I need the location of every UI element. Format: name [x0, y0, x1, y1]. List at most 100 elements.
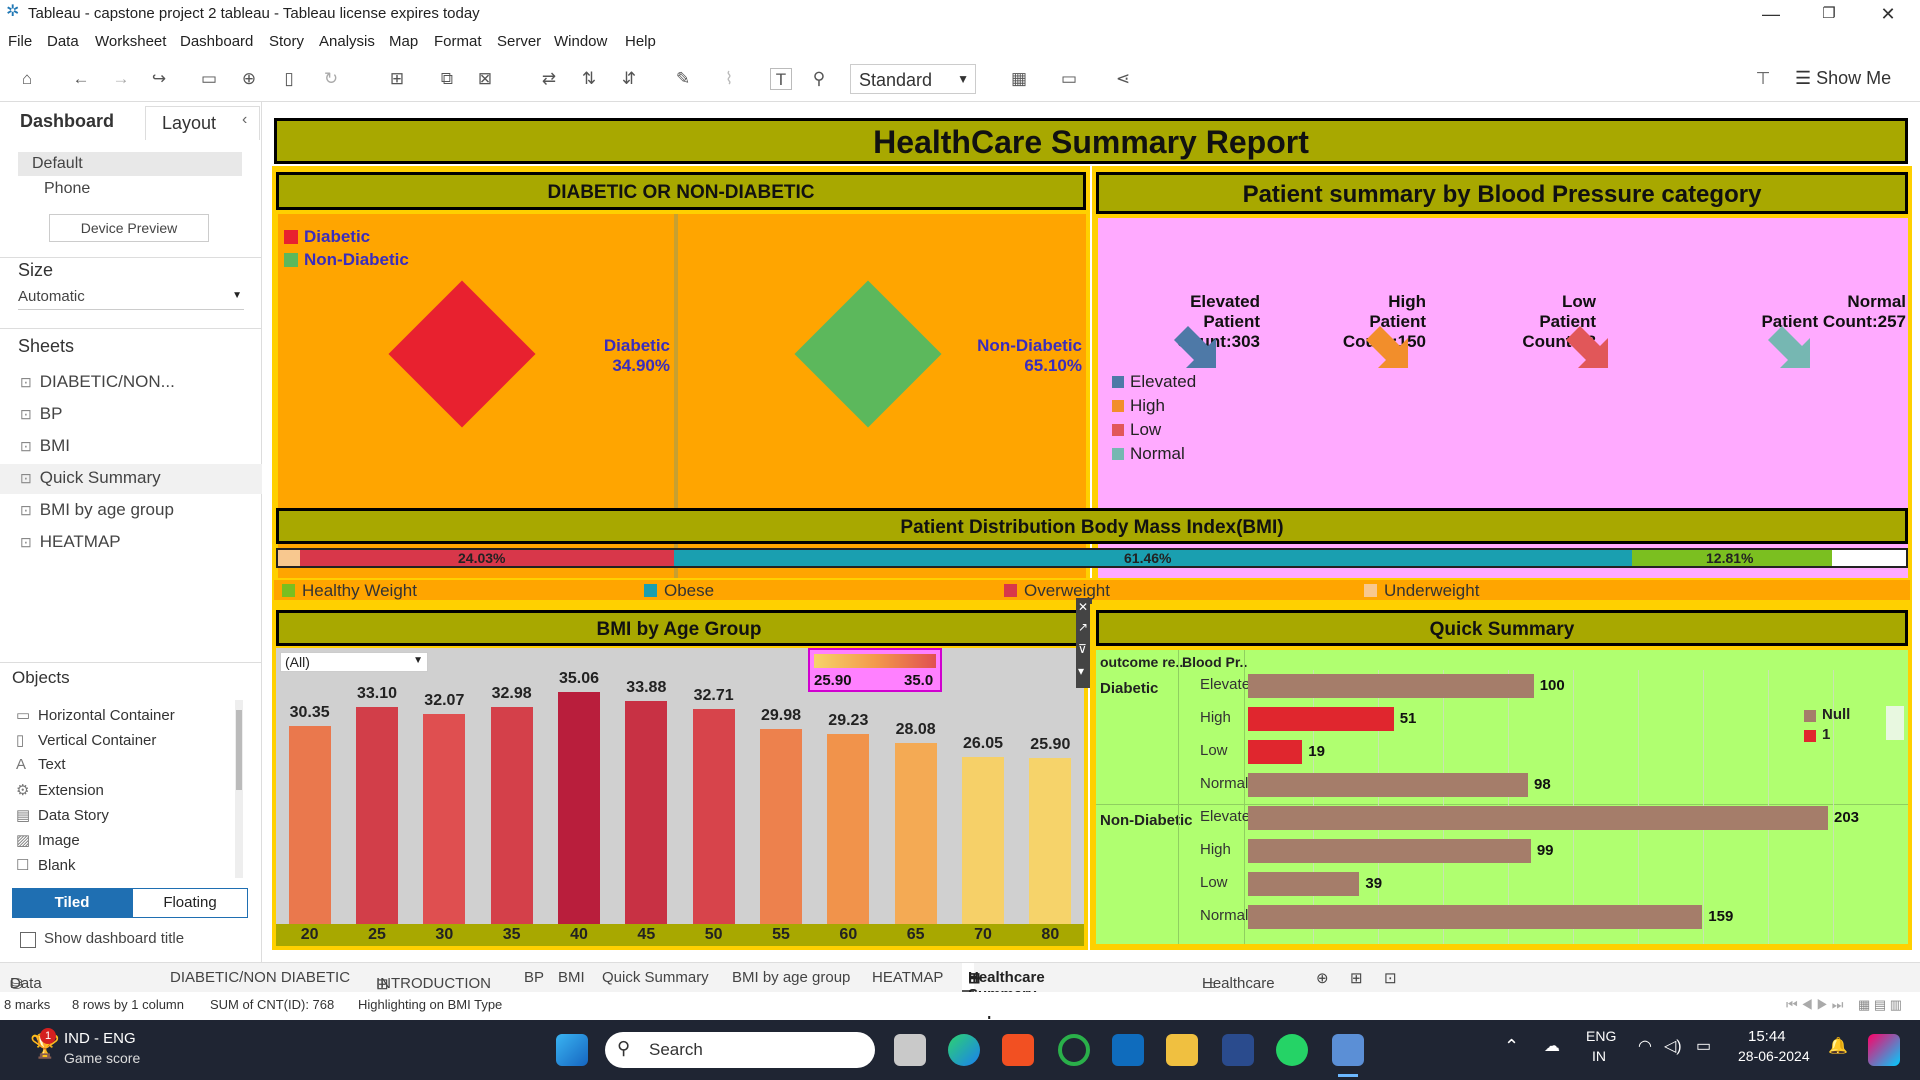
clock-date[interactable]: 28-06-2024 — [1738, 1048, 1810, 1064]
age-bar-35[interactable] — [490, 707, 533, 924]
volume-icon[interactable]: ◁) — [1664, 1036, 1682, 1056]
restore-icon[interactable]: ❐ — [1801, 0, 1857, 28]
new-worksheet-icon[interactable]: ⊞ — [386, 68, 408, 90]
show-title-checkbox[interactable] — [20, 932, 36, 948]
bp-normal-arrow-mark[interactable] — [1768, 326, 1810, 368]
sort-descending-icon[interactable]: ⇵ — [618, 68, 640, 90]
quick-bar[interactable] — [1248, 674, 1534, 698]
tab-healthcare-summary[interactable]: ⊞ Healthcare Summary Report — [962, 963, 1045, 1020]
tableau-taskbar-icon[interactable] — [1332, 1034, 1364, 1066]
battery-icon[interactable]: ▭ — [1696, 1036, 1711, 1056]
menu-analysis[interactable]: Analysis — [319, 33, 375, 50]
objects-scrollbar[interactable] — [235, 700, 243, 878]
edge-icon[interactable] — [948, 1034, 980, 1066]
pin-icon[interactable]: ⚲ — [808, 68, 830, 90]
menu-dashboard[interactable]: Dashboard — [180, 33, 253, 50]
remove-icon[interactable]: ✕ — [1078, 600, 1088, 614]
col-bp-header[interactable]: Blood Pr.. — [1182, 654, 1247, 670]
format-painter-icon[interactable]: ⊤ — [1752, 68, 1774, 90]
highlight-icon[interactable]: ✎ — [672, 68, 694, 90]
quick-bar[interactable] — [1248, 773, 1528, 797]
fit-dropdown[interactable]: Standard ▼ — [850, 64, 976, 94]
group-icon[interactable]: ⌇ — [718, 68, 740, 90]
quick-bar[interactable] — [1248, 872, 1360, 896]
sheet-item[interactable]: ⊡ Quick Summary — [20, 468, 161, 488]
whatsapp-icon[interactable] — [1276, 1034, 1308, 1066]
save-icon[interactable]: ▭ — [198, 68, 220, 90]
close-icon[interactable]: ✕ — [1860, 0, 1916, 28]
bp-high-arrow-mark[interactable] — [1366, 326, 1408, 368]
quick-bar[interactable] — [1248, 806, 1828, 830]
object-item[interactable]: A Text — [16, 756, 66, 773]
outlook-icon[interactable] — [1112, 1034, 1144, 1066]
task-view-icon[interactable] — [894, 1034, 926, 1066]
age-bar-80[interactable] — [1029, 758, 1072, 924]
sheet-item[interactable]: ⊡ BP — [20, 404, 62, 424]
device-default[interactable]: Default — [18, 152, 242, 176]
device-phone[interactable]: Phone — [44, 180, 90, 198]
windows-start-icon[interactable] — [556, 1034, 588, 1066]
network-warning-icon[interactable]: ☁ — [1544, 1036, 1560, 1056]
sort-ascending-icon[interactable]: ⇅ — [578, 68, 600, 90]
age-bar-70[interactable] — [962, 757, 1004, 924]
age-bar-25[interactable] — [356, 706, 398, 924]
age-bar-65[interactable] — [894, 742, 937, 924]
object-item[interactable]: ▨ Image — [16, 831, 80, 849]
tab-layout[interactable]: Layout ‹ — [145, 106, 260, 140]
view-grid-icon[interactable]: ▦ ▤ ▥ — [1858, 997, 1902, 1013]
lang-line2[interactable]: IN — [1592, 1048, 1606, 1064]
store-icon[interactable] — [1002, 1034, 1034, 1066]
presentation-icon[interactable]: ▭ — [1058, 68, 1080, 90]
tab-bmi-age[interactable]: BMI by age group — [732, 969, 850, 986]
menu-worksheet[interactable]: Worksheet — [95, 33, 166, 50]
weather-line1[interactable]: IND - ENG — [64, 1030, 136, 1047]
swap-icon[interactable]: ⇄ — [538, 68, 560, 90]
clock-time[interactable]: 15:44 — [1748, 1028, 1786, 1045]
new-worksheet-tab-icon[interactable]: ⊕ — [1316, 969, 1329, 987]
menu-story[interactable]: Story — [269, 33, 304, 50]
size-dropdown[interactable]: Automatic ▼ — [18, 288, 244, 310]
menu-server[interactable]: Server — [497, 33, 541, 50]
object-item[interactable]: ▤ Data Story — [16, 806, 109, 824]
lang-line1[interactable]: ENG — [1586, 1028, 1616, 1044]
quick-bar[interactable] — [1248, 707, 1394, 731]
bmi-underweight-segment[interactable] — [278, 550, 300, 566]
age-bar-55[interactable] — [760, 728, 802, 924]
bp-elevated-arrow-mark[interactable] — [1174, 326, 1216, 368]
col-outcome-header[interactable]: outcome re.. — [1100, 654, 1183, 670]
object-item[interactable]: ▭ Horizontal Container — [16, 706, 175, 724]
new-datasource-icon[interactable]: ⊕ — [238, 68, 260, 90]
new-story-tab-icon[interactable]: ⊡ — [1384, 969, 1397, 987]
tab-quick-summary[interactable]: Quick Summary — [602, 969, 709, 986]
legend-scroll[interactable] — [1886, 706, 1904, 740]
redo-icon[interactable]: → — [110, 68, 132, 90]
weather-line2[interactable]: Game score — [64, 1050, 140, 1066]
sheet-item[interactable]: ⊡ HEATMAP — [20, 532, 121, 552]
tab-bmi[interactable]: BMI — [558, 969, 585, 986]
duplicate-icon[interactable]: ⧉ — [436, 68, 458, 90]
pause-updates-icon[interactable]: ▯ — [278, 68, 300, 90]
app-ring-icon[interactable] — [1058, 1034, 1090, 1066]
diabetic-diamond-mark[interactable] — [388, 280, 536, 428]
object-item[interactable]: ☐ Blank — [16, 856, 76, 874]
cards-icon[interactable]: ▦ — [1008, 68, 1030, 90]
tab-diabetic[interactable]: DIABETIC/NON DIABETIC — [170, 969, 350, 986]
goto-sheet-icon[interactable]: ↗ — [1078, 620, 1088, 634]
age-bar-20[interactable] — [288, 726, 331, 924]
show-me-button[interactable]: ☰ Show Me — [1795, 68, 1891, 89]
tiled-button[interactable]: Tiled — [12, 888, 132, 918]
sheet-item[interactable]: ⊡ DIABETIC/NON... — [20, 372, 175, 392]
taskbar-search[interactable]: ⚲ Search — [605, 1032, 875, 1068]
home-icon[interactable]: ⌂ — [16, 68, 38, 90]
share-icon[interactable]: ⋖ — [1112, 68, 1134, 90]
tab-heatmap[interactable]: HEATMAP — [872, 969, 943, 986]
menu-format[interactable]: Format — [434, 33, 482, 50]
menu-map[interactable]: Map — [389, 33, 418, 50]
menu-file[interactable]: File — [8, 33, 32, 50]
age-bar-30[interactable] — [423, 713, 466, 924]
menu-help[interactable]: Help — [625, 33, 656, 50]
age-bar-40[interactable] — [558, 692, 600, 924]
tab-nav-icon[interactable]: ⏮ ◀ ▶ ⏭ — [1786, 997, 1843, 1013]
age-bar-50[interactable] — [692, 709, 735, 924]
undo-icon[interactable]: ← — [70, 68, 92, 90]
